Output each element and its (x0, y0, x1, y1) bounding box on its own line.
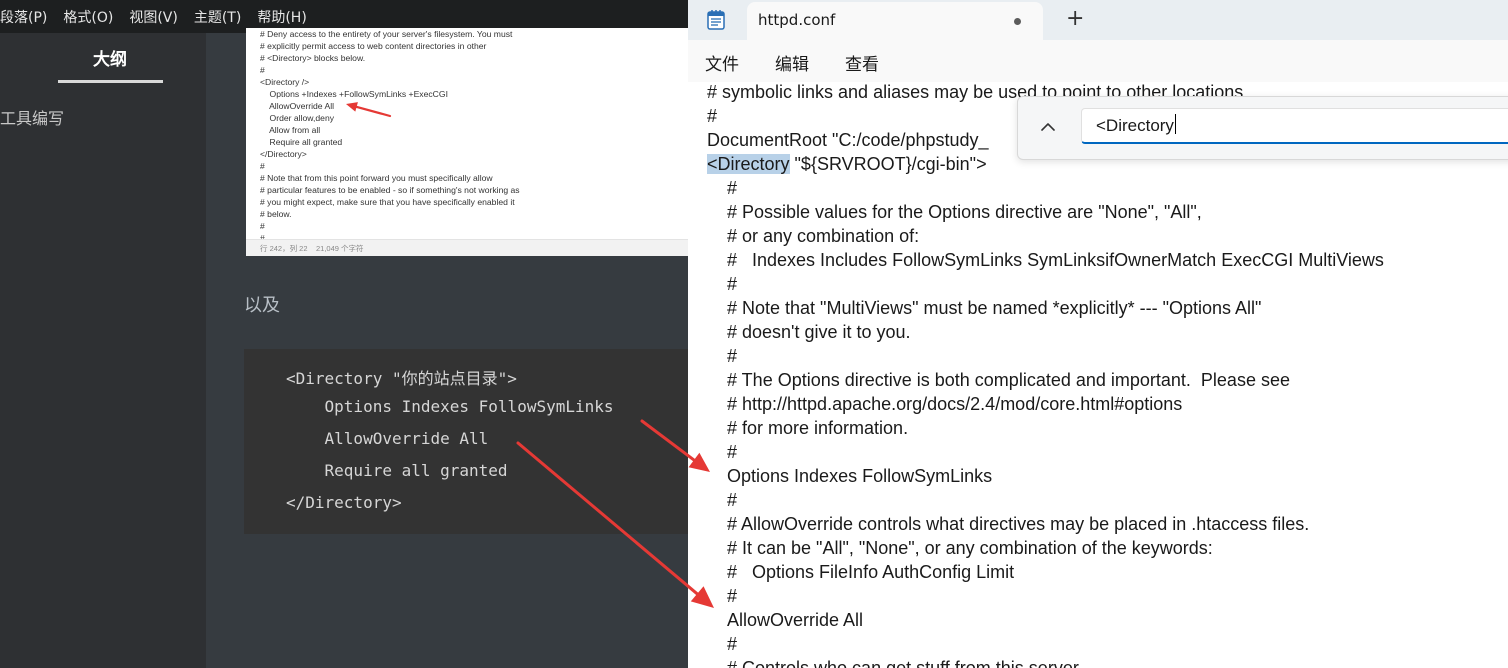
text-line: # (727, 346, 738, 366)
text-line: Options Indexes FollowSymLinks (727, 466, 993, 486)
code-line: Require all granted (286, 461, 508, 480)
screenshot-line: Options +Indexes +FollowSymLinks +ExecCG… (260, 89, 448, 99)
markdown-editor-window: 段落(P) 格式(O) 视图(V) 主题(T) 帮助(H) 大纲 工具编写 # … (0, 0, 694, 668)
find-bar: <Directory (1017, 96, 1508, 160)
text-line: # AllowOverride controls what directives… (727, 514, 1310, 534)
text-line: # Options FileInfo AuthConfig Limit (727, 562, 1015, 582)
text-line: # (727, 586, 738, 606)
outline-sidebar: 大纲 工具编写 (0, 33, 206, 668)
text-line: # for more information. (727, 418, 909, 438)
code-line: </Directory> (286, 493, 402, 512)
notepad-menu-bar: 文件 编辑 查看 (688, 40, 1508, 82)
text-line: AllowOverride All (727, 610, 864, 630)
screenshot-line: # Note that from this point forward you … (260, 173, 493, 183)
screenshot-line: # Deny access to the entirety of your se… (260, 29, 513, 39)
screenshot-line: <Directory /> (260, 77, 310, 87)
screenshot-line: # (260, 221, 265, 231)
menu-view[interactable]: 视图(V) (129, 7, 178, 27)
code-line: AllowOverride All (286, 429, 489, 448)
menu-edit[interactable]: 编辑 (775, 50, 809, 75)
find-input[interactable]: <Directory (1081, 108, 1508, 144)
text-line: # (727, 178, 738, 198)
status-position: 行 242，列 22 (260, 244, 308, 253)
notepad-window: httpd.conf + 文件 编辑 查看 # symbolic links a… (688, 0, 1508, 668)
text-line: # or any combination of: (727, 226, 920, 246)
code-line: Options Indexes FollowSymLinks (286, 397, 614, 416)
text-line: # The Options directive is both complica… (727, 370, 1290, 390)
text-line: # (727, 490, 738, 510)
menu-theme[interactable]: 主题(T) (194, 7, 241, 27)
text-caret (1174, 114, 1176, 134)
menu-paragraph[interactable]: 段落(P) (0, 7, 47, 27)
screenshot-line: # below. (260, 209, 292, 219)
screenshot-line: Allow from all (260, 125, 321, 135)
outline-item[interactable]: 工具编写 (0, 105, 64, 129)
text-line: # http://httpd.apache.org/docs/2.4/mod/c… (727, 394, 1183, 414)
menu-file[interactable]: 文件 (705, 50, 739, 75)
screenshot-line: # particular features to be enabled - so… (260, 185, 520, 195)
screenshot-line: # <Directory> blocks below. (260, 53, 366, 63)
text-line: DocumentRoot "C:/code/phpstudy_ (707, 130, 989, 150)
text-line: # Possible values for the Options direct… (727, 202, 1202, 222)
tab-httpd-conf[interactable]: httpd.conf (747, 2, 1043, 40)
screenshot-line: Order allow,deny (260, 113, 335, 123)
tab-title: httpd.conf (758, 11, 836, 29)
outline-tab-indicator (58, 80, 163, 83)
code-line: <Directory "你的站点目录"> (286, 369, 517, 388)
text-line: # doesn't give it to you. (727, 322, 911, 342)
screenshot-line: Require all granted (260, 137, 343, 147)
code-block[interactable]: <Directory "你的站点目录"> Options Indexes Fol… (244, 349, 694, 534)
document-content: # Deny access to the entirety of your se… (206, 28, 694, 668)
menu-format[interactable]: 格式(O) (63, 7, 113, 27)
text-line: # Indexes Includes FollowSymLinks SymLin… (727, 250, 1384, 270)
title-bar: httpd.conf + (688, 0, 1508, 40)
text-line: # Controls who can get stuff from this s… (727, 658, 1083, 668)
search-match-highlight: <Directory (707, 154, 790, 174)
screenshot-line: # (260, 65, 265, 75)
screenshot-line: # you might expect, make sure that you h… (260, 197, 515, 207)
screenshot-status-bar: 行 242，列 22 21,049 个字符 (246, 239, 688, 256)
text-line: # (727, 442, 738, 462)
find-input-value: <Directory (1096, 116, 1174, 135)
screenshot-line: # (260, 161, 265, 171)
status-char-count: 21,049 个字符 (316, 244, 364, 253)
text-line-rest: "${SRVROOT}/cgi-bin"> (794, 154, 987, 174)
embedded-screenshot: # Deny access to the entirety of your se… (246, 28, 688, 256)
screenshot-line: AllowOverride All (260, 101, 335, 111)
new-tab-button[interactable]: + (1066, 6, 1084, 32)
text-line: <Directory "${SRVROOT}/cgi-bin"> (707, 154, 987, 175)
chevron-up-icon[interactable] (1038, 117, 1058, 137)
screenshot-line: # explicitly permit access to web conten… (260, 41, 487, 51)
text-line: # Note that "MultiViews" must be named *… (727, 298, 1262, 318)
text-line: # (707, 106, 718, 126)
menu-view[interactable]: 查看 (845, 50, 879, 75)
menu-help[interactable]: 帮助(H) (257, 7, 306, 27)
unsaved-dot-icon[interactable] (1014, 18, 1021, 25)
notepad-icon (707, 10, 725, 30)
text-line: # (727, 274, 738, 294)
screenshot-line: </Directory> (260, 149, 307, 159)
text-editor[interactable]: # symbolic links and aliases may be used… (688, 82, 1508, 668)
paragraph-text: 以及 (244, 295, 280, 316)
text-line: # (727, 634, 738, 654)
text-line: # It can be "All", "None", or any combin… (727, 538, 1213, 558)
